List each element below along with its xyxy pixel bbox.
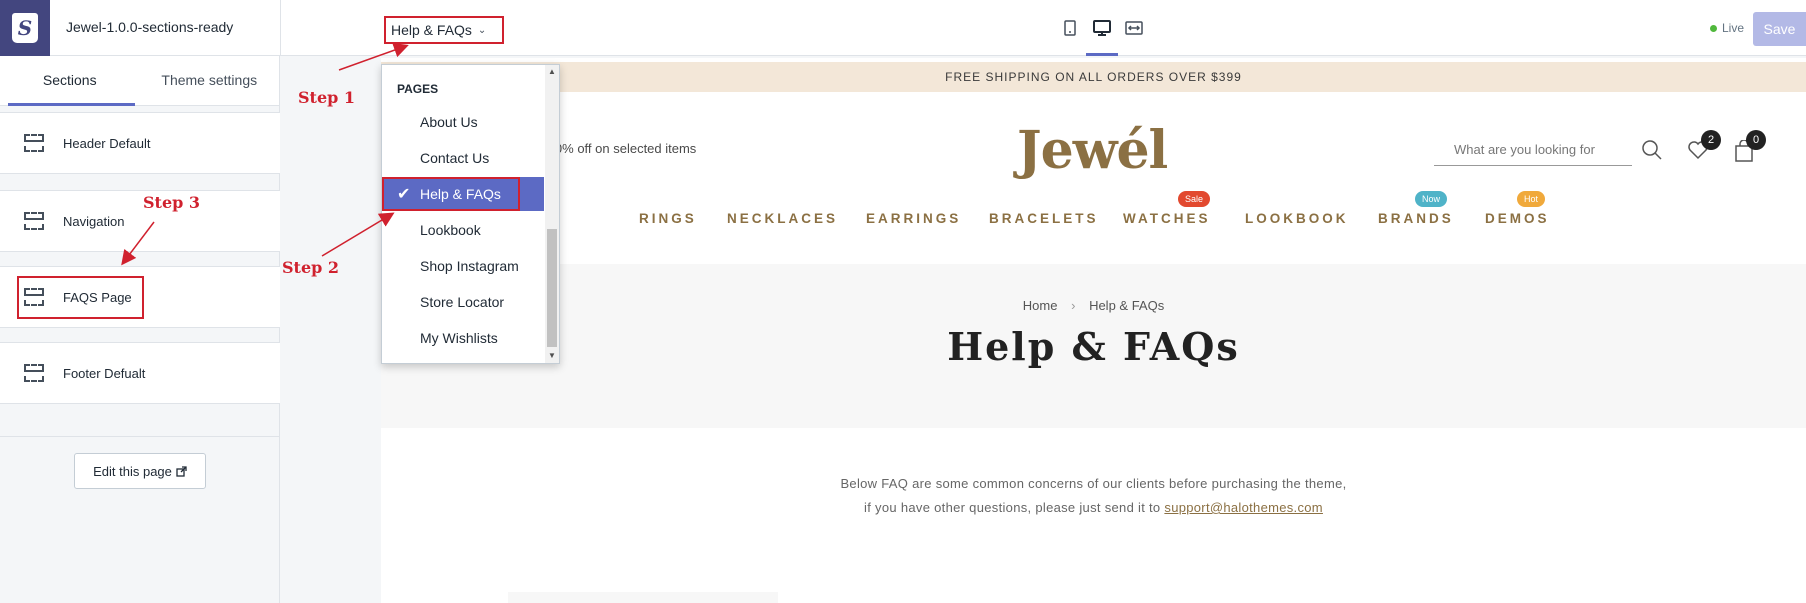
nav-item-brands[interactable]: BRANDS <box>1378 211 1454 226</box>
faq-content-placeholder <box>508 592 778 603</box>
fullscreen-view-button[interactable] <box>1124 0 1144 56</box>
breadcrumb-separator: › <box>1071 298 1076 313</box>
dropdown-item-lookbook[interactable]: Lookbook <box>382 213 544 247</box>
faq-intro: Below FAQ are some common concerns of ou… <box>381 472 1806 520</box>
dropdown-item-contact-us[interactable]: Contact Us <box>382 141 544 175</box>
nav-item-watches[interactable]: WATCHES <box>1123 211 1211 226</box>
section-layout-icon <box>24 134 44 152</box>
search-icon <box>1642 140 1662 160</box>
edit-page-label: Edit this page <box>93 463 172 479</box>
announcement-bar: FREE SHIPPING ON ALL ORDERS OVER $399 <box>381 62 1806 92</box>
support-email-link[interactable]: support@halothemes.com <box>1164 500 1323 515</box>
sidebar-tabs: Sections Theme settings <box>0 56 279 106</box>
section-navigation[interactable]: Navigation <box>0 190 280 252</box>
faq-intro-line-2: if you have other questions, please just… <box>381 496 1806 520</box>
chevron-down-icon: ⌄ <box>477 24 487 36</box>
scrollbar-thumb[interactable] <box>547 229 557 347</box>
new-badge: Now <box>1415 191 1448 207</box>
dropdown-item-my-wishlists[interactable]: My Wishlists <box>382 321 544 355</box>
device-switcher <box>1060 0 1144 56</box>
section-faqs-page[interactable]: FAQS Page <box>0 266 280 328</box>
wishlist-button[interactable]: 2 <box>1687 130 1721 165</box>
step-3-label: Step 3 <box>143 193 201 212</box>
nav-item-rings[interactable]: RINGS <box>639 211 697 226</box>
section-label: Footer Defualt <box>63 365 146 381</box>
divider <box>280 0 281 56</box>
faq-intro-line-1: Below FAQ are some common concerns of ou… <box>840 476 1347 491</box>
breadcrumb: Home › Help & FAQs <box>381 298 1806 313</box>
scroll-up-arrow-icon[interactable]: ▲ <box>548 67 556 76</box>
section-layout-icon <box>24 364 44 382</box>
desktop-view-button[interactable] <box>1086 0 1118 56</box>
mobile-view-button[interactable] <box>1060 0 1080 56</box>
nav-item-earrings[interactable]: EARRINGS <box>866 211 961 226</box>
edit-page-button[interactable]: Edit this page <box>74 453 206 489</box>
section-layout-icon <box>24 288 44 306</box>
hot-badge: Hot <box>1517 191 1546 207</box>
faq-intro-line-2-text: if you have other questions, please just… <box>864 500 1161 515</box>
breadcrumb-home[interactable]: Home <box>1023 298 1058 313</box>
save-button[interactable]: Save <box>1753 12 1806 46</box>
dropdown-item-store-locator[interactable]: Store Locator <box>382 285 544 319</box>
tab-sections[interactable]: Sections <box>0 56 140 106</box>
checkmark-icon: ✔ <box>397 186 411 203</box>
search-button[interactable] <box>1641 139 1663 166</box>
nav-item-demos[interactable]: DEMOS <box>1485 211 1550 226</box>
storefront-preview: FREE SHIPPING ON ALL ORDERS OVER $399 pt… <box>381 58 1806 603</box>
live-label: Live <box>1722 21 1745 35</box>
section-layout-icon <box>24 212 44 230</box>
dropdown-item-about-us[interactable]: About Us <box>382 105 544 139</box>
desktop-icon <box>1093 20 1111 36</box>
shopify-bag-icon: S <box>12 13 38 43</box>
section-footer-default[interactable]: Footer Defualt <box>0 342 280 404</box>
expand-width-icon <box>1125 21 1143 35</box>
live-dot-icon <box>1710 24 1717 32</box>
dropdown-item-shop-instagram[interactable]: Shop Instagram <box>382 249 544 283</box>
tab-theme-settings[interactable]: Theme settings <box>140 56 280 105</box>
theme-name: Jewel-1.0.0-sections-ready <box>66 19 234 35</box>
scroll-down-arrow-icon[interactable]: ▼ <box>548 351 556 360</box>
editor-topbar: S Jewel-1.0.0-sections-ready Help & FAQs… <box>0 0 1806 56</box>
divider <box>0 436 280 437</box>
mobile-icon <box>1064 20 1076 36</box>
store-logo[interactable]: Jewél <box>1017 120 1168 181</box>
section-label: FAQS Page <box>63 289 132 305</box>
cart-button[interactable]: 0 <box>1734 130 1766 167</box>
shopify-logo[interactable]: S <box>0 0 50 56</box>
live-status: Live <box>1710 21 1744 35</box>
page-header-band: Home › Help & FAQs Help & FAQs <box>381 264 1806 428</box>
step-2-label: Step 2 <box>282 258 340 277</box>
nav-item-necklaces[interactable]: NECKLACES <box>727 211 838 226</box>
nav-item-lookbook[interactable]: LOOKBOOK <box>1245 211 1349 226</box>
nav-item-bracelets[interactable]: BRACELETS <box>989 211 1099 226</box>
section-header-default[interactable]: Header Default <box>0 112 280 174</box>
sections-sidebar: Sections Theme settings Header Default N… <box>0 56 280 603</box>
wishlist-count-badge: 2 <box>1701 130 1721 150</box>
page-selector-label: Help & FAQs <box>391 22 472 38</box>
dropdown-group-label: PAGES <box>397 82 439 96</box>
sale-badge: Sale <box>1178 191 1211 207</box>
page-title: Help & FAQs <box>947 324 1240 369</box>
page-dropdown-menu: PAGES About Us Contact Us ✔ Help & FAQs … <box>381 64 560 364</box>
search-placeholder: What are you looking for <box>1454 142 1595 157</box>
page-selector[interactable]: Help & FAQs ⌄ <box>384 16 504 44</box>
step-1-label: Step 1 <box>298 88 356 107</box>
external-link-icon <box>176 465 187 477</box>
section-label: Navigation <box>63 213 125 229</box>
cart-count-badge: 0 <box>1746 130 1766 150</box>
section-label: Header Default <box>63 135 151 151</box>
breadcrumb-current: Help & FAQs <box>1089 298 1165 313</box>
dropdown-item-help-faqs[interactable]: ✔ Help & FAQs <box>382 177 544 211</box>
